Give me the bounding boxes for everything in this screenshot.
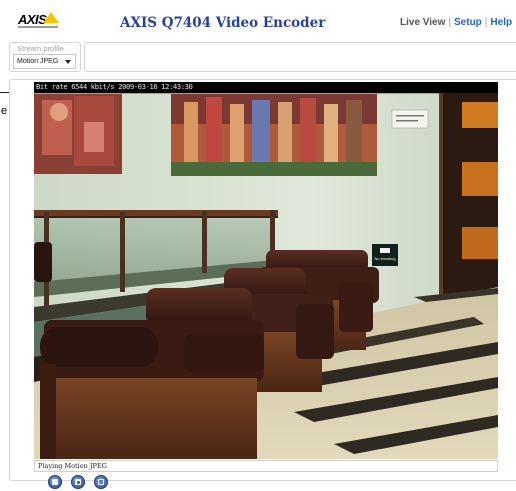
chevron-down-icon: [65, 60, 71, 64]
stream-profile-selected-value: Motion JPEG: [17, 58, 59, 65]
nav-separator: |: [448, 17, 452, 28]
snapshot-lens: [77, 481, 80, 484]
video-status-text: Playing Motion JPEG: [38, 462, 107, 470]
view-full-screen-icon: [98, 479, 104, 485]
top-nav: Live View | Setup | Help: [400, 17, 512, 28]
view-full-screen-button[interactable]: [94, 475, 108, 489]
stop-button[interactable]: [48, 475, 62, 489]
header: AXIS AXIS Q7404 Video Encoder Live View |…: [0, 0, 516, 40]
video-overlay-text: Bit rate 6544 kbit/s 2009-03-16 12:43:30: [34, 82, 498, 93]
nav-separator: |: [484, 17, 488, 28]
snapshot-button[interactable]: [71, 475, 85, 489]
stream-profile-label: Stream profile: [17, 44, 64, 53]
nav-setup-link[interactable]: Setup: [454, 17, 482, 28]
stream-profile-box: Stream profile Motion JPEG: [9, 42, 81, 72]
nav-live-view[interactable]: Live View: [400, 17, 445, 28]
live-video-image[interactable]: No smoking Bit rate 6544 kbit/s 2009-03-…: [34, 82, 498, 459]
nav-help-link[interactable]: Help: [490, 17, 512, 28]
video-frame: No smoking: [34, 82, 498, 459]
axis-logo-triangle-icon: [43, 12, 59, 23]
callout-label: e: [1, 105, 8, 117]
video-status-bar: Playing Motion JPEG: [34, 460, 498, 472]
axis-logo-underline: [18, 26, 58, 28]
no-smoking-sign-text: No smoking: [374, 256, 395, 261]
product-title: AXIS Q7404 Video Encoder: [120, 15, 326, 31]
stop-icon: [52, 479, 58, 485]
stream-profile-select[interactable]: Motion JPEG: [13, 54, 76, 69]
action-buttons-box: [84, 42, 516, 72]
